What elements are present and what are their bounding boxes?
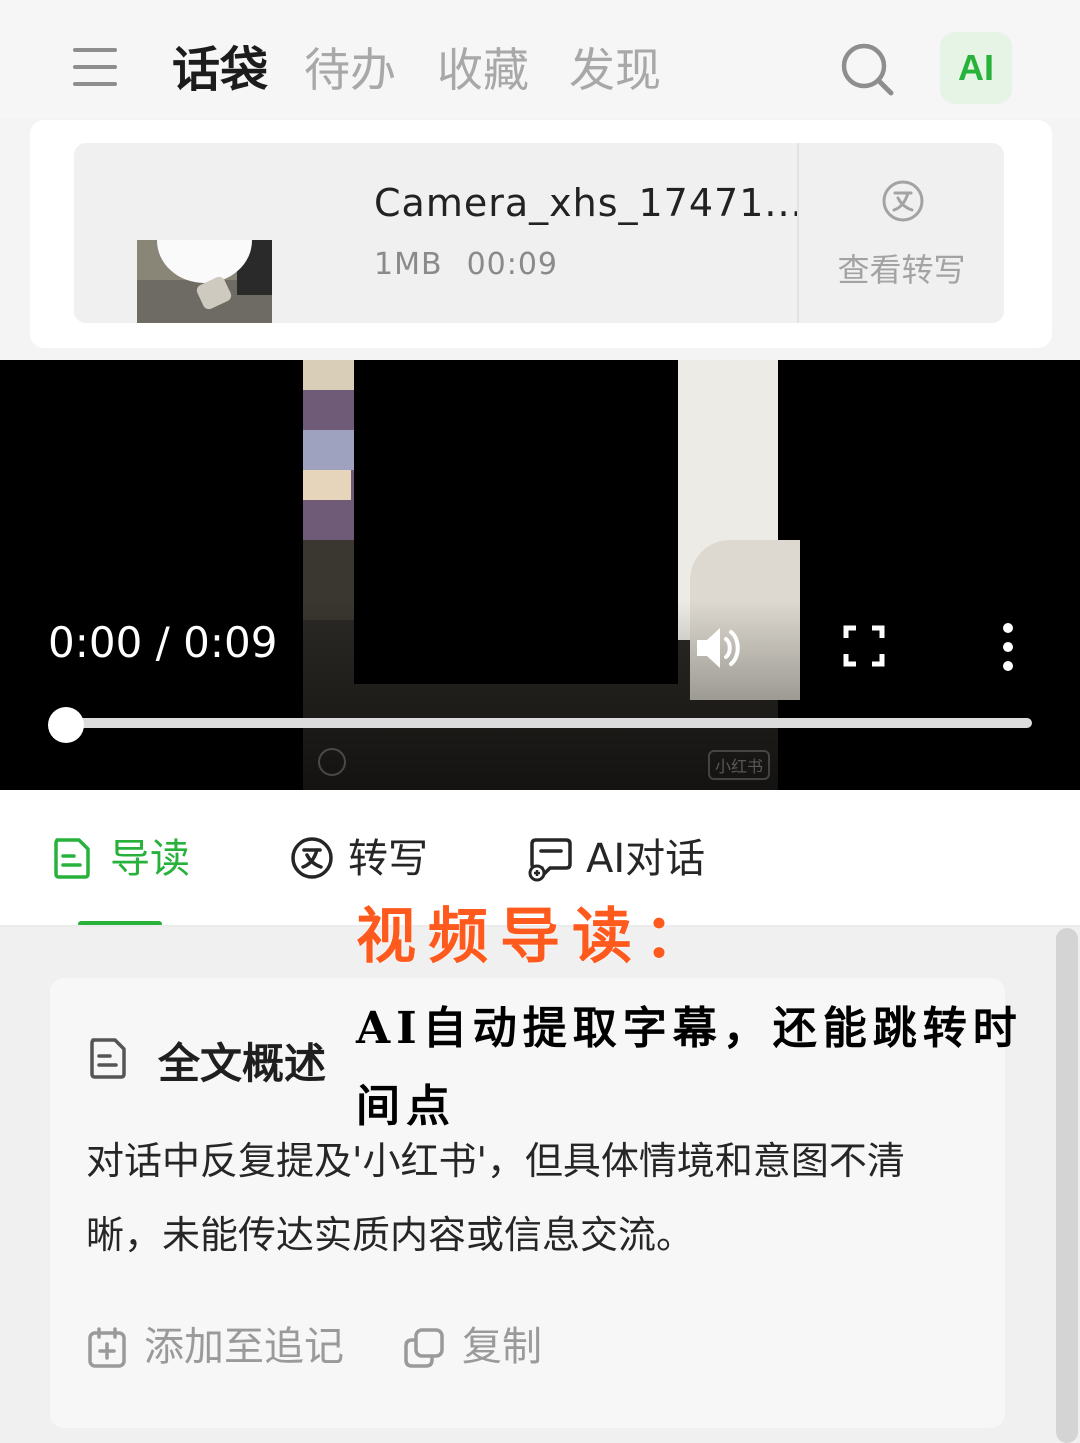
tab-huadai[interactable]: 话袋: [172, 40, 268, 100]
file-card[interactable]: Camera_xhs_17471... 1MB 00:09 查看转写: [74, 143, 1004, 323]
top-nav-bar: 话袋 待办 收藏 发现 AI: [0, 0, 1080, 118]
progress-bar[interactable]: [56, 718, 1032, 728]
tab-ai-chat[interactable]: AI对话: [528, 834, 728, 884]
copy-label: 复制: [462, 1324, 542, 1370]
progress-handle[interactable]: [48, 707, 84, 743]
view-transcript-label: 查看转写: [837, 251, 966, 289]
file-size: 1MB: [374, 247, 443, 282]
tab-ai-chat-label: AI对话: [586, 836, 706, 882]
file-meta: 1MB 00:09: [374, 247, 558, 282]
more-vert-icon[interactable]: [998, 622, 1018, 672]
add-to-notes-label: 添加至追记: [144, 1324, 344, 1370]
tab-discover[interactable]: 发现: [569, 40, 661, 100]
search-icon[interactable]: [838, 40, 896, 98]
hamburger-icon[interactable]: [70, 44, 120, 90]
document-icon: [54, 838, 90, 879]
tab-transcript-label: 转写: [348, 836, 428, 882]
annotation-title: 视频导读：: [356, 902, 716, 972]
annotation-body: AI自动提取字幕，还能跳转时间点: [356, 1003, 1023, 1132]
file-duration: 00:09: [466, 247, 559, 282]
tab-todo[interactable]: 待办: [304, 40, 396, 100]
tab-transcript[interactable]: 转写: [290, 834, 450, 884]
calendar-add-icon: [88, 1327, 126, 1368]
tab-guide[interactable]: 导读: [52, 834, 212, 884]
video-player[interactable]: 小红书 0:00 / 0:09: [0, 360, 1080, 790]
fullscreen-icon[interactable]: [842, 624, 886, 668]
translate-icon: [291, 837, 333, 879]
ai-assistant-button[interactable]: AI: [940, 32, 1012, 104]
view-transcript-button[interactable]: 查看转写: [799, 143, 1004, 323]
scrollbar[interactable]: [1056, 928, 1078, 1443]
chat-icon: [528, 838, 572, 882]
app-screen: 话袋 待办 收藏 发现 AI Camera_xhs_17471... 1MB 00…: [0, 0, 1080, 1443]
watermark-logo: 小红书: [708, 750, 771, 780]
summary-title: 全文概述: [158, 1039, 327, 1088]
volume-icon[interactable]: [693, 622, 745, 674]
document-icon: [90, 1038, 126, 1079]
watermark-left: [318, 748, 354, 776]
video-thumbnail: [137, 240, 272, 323]
copy-icon: [404, 1328, 444, 1368]
file-name: Camera_xhs_17471...: [374, 181, 804, 225]
translate-icon: [882, 180, 924, 222]
summary-text: 对话中反复提及'小红书'，但具体情境和意图不清晰，未能传达实质内容或信息交流。: [86, 1139, 905, 1257]
tab-favorites[interactable]: 收藏: [437, 40, 529, 100]
time-display: 0:00 / 0:09: [48, 618, 278, 667]
tab-guide-label: 导读: [110, 836, 190, 882]
